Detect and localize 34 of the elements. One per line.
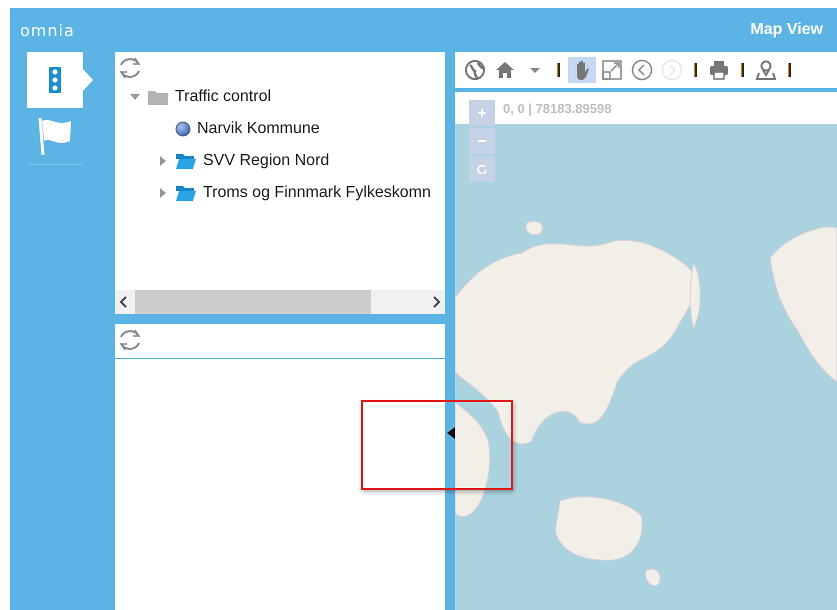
tree-item[interactable]: SVV Region Nord [157,145,445,177]
tree-item[interactable]: Traffic control [129,81,445,113]
toolbar-separator [788,63,791,77]
home-icon [494,59,516,81]
flag-icon [37,115,73,157]
refresh-icon[interactable] [117,327,143,353]
coordinates-readout: 0, 0 | 78183.89598 [503,100,612,116]
globe-icon [464,59,486,81]
hand-tool-button[interactable] [568,57,596,83]
map-pin-icon [755,59,777,81]
tree-item[interactable]: Narvik Kommune [157,113,445,145]
collapse-arrow-icon[interactable] [447,427,455,439]
traffic-light-icon [49,67,61,93]
tab-pointer [83,69,93,91]
toolbar-separator [557,63,560,77]
plus-icon [477,108,487,118]
scroll-left-icon[interactable] [119,296,129,308]
horizontal-scrollbar[interactable] [115,290,445,314]
view-title: Map View [750,21,823,39]
toolbar-separator [741,63,744,77]
toolbar-separator [694,63,697,77]
printer-icon [708,59,730,81]
tree-item[interactable]: Troms og Finnmark Fylkeskomn [157,177,445,209]
folder-icon [175,184,197,202]
rotate-icon [477,164,487,174]
caret-icon [530,68,540,72]
globe-ball-icon [175,121,191,137]
folder-icon [175,152,197,170]
refresh-icon[interactable] [117,55,143,81]
expand-icon [601,59,623,81]
folder-icon [147,88,169,106]
scrollbar-thumb[interactable] [135,290,371,314]
app-logo: omnia [20,20,75,40]
scroll-right-icon[interactable] [431,296,441,308]
